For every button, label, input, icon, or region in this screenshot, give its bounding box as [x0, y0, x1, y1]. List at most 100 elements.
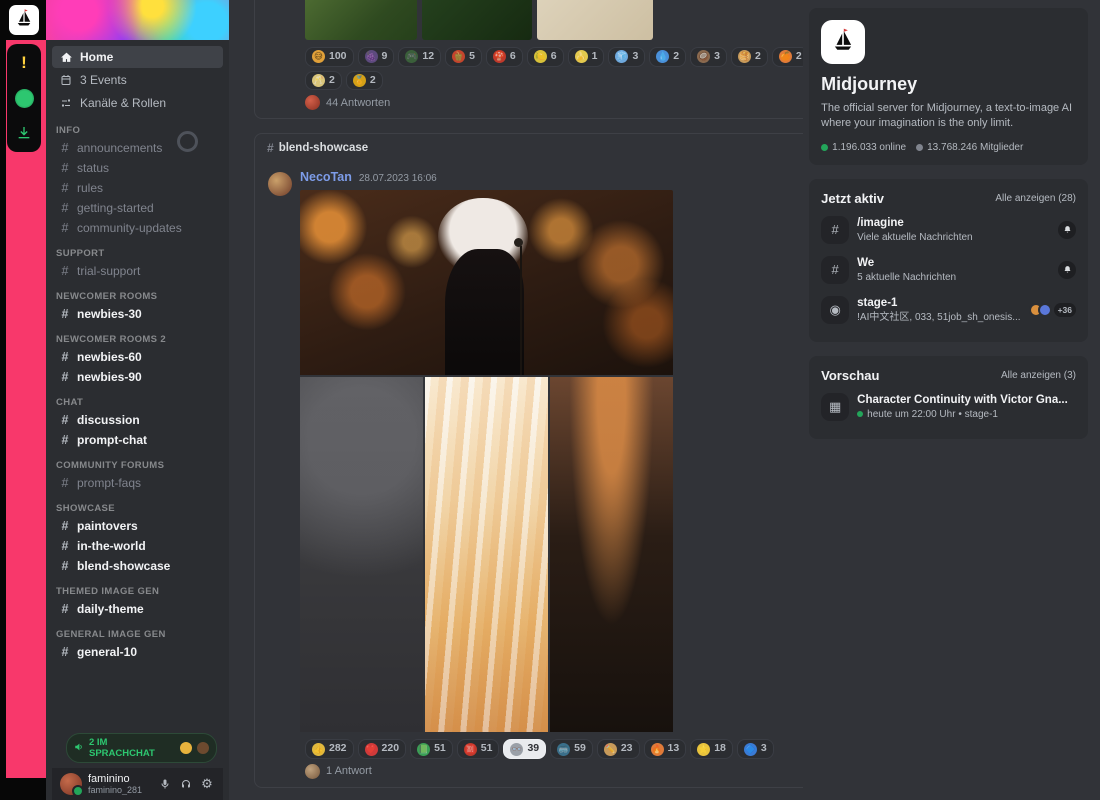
active-now-see-all-link[interactable]: Alle anzeigen (28): [995, 193, 1076, 204]
sidebar-channel-row[interactable]: # trial-support: [52, 261, 223, 281]
sidebar-channel-row[interactable]: # paintovers: [52, 516, 223, 536]
channel-label: status: [77, 161, 109, 175]
reaction-pill[interactable]: ❤️ 220: [358, 739, 407, 759]
reaction-count: 3: [761, 742, 767, 756]
artwork-image-left[interactable]: [300, 377, 423, 732]
event-item[interactable]: ▦ Character Continuity with Victor Gna..…: [821, 387, 1076, 427]
sidebar-channel-row[interactable]: # daily-theme: [52, 599, 223, 619]
sidebar-channel-row[interactable]: NEWCOMER ROOMS: [52, 281, 223, 304]
author-avatar[interactable]: [268, 172, 292, 196]
reaction-pill[interactable]: ✏️ 23: [597, 739, 640, 759]
sidebar-channel-row[interactable]: # status: [52, 158, 223, 178]
sidebar-channel-row[interactable]: NEWCOMER ROOMS 2: [52, 324, 223, 347]
reactions-row: 👍 282 ❤️ 220 📗 51 🈹: [255, 732, 803, 759]
server-stats: 1.196.033 online 13.768.246 Mitglieder: [821, 142, 1076, 153]
participant-avatar: [1038, 303, 1052, 317]
replies-row[interactable]: 44 Antworten: [255, 90, 803, 118]
reaction-pill[interactable]: 🍇 9: [358, 47, 395, 67]
left-accent-rail: !: [0, 0, 46, 800]
sidebar-channel-row[interactable]: GENERAL IMAGE GEN: [52, 619, 223, 642]
reaction-pill[interactable]: 🍌 1: [568, 47, 605, 67]
reaction-pill[interactable]: 💧 2: [649, 47, 686, 67]
sidebar-channel-row[interactable]: # getting-started: [52, 198, 223, 218]
sidebar-channel-row[interactable]: SHOWCASE: [52, 493, 223, 516]
headphones-button[interactable]: [178, 776, 194, 792]
avatar[interactable]: [60, 773, 82, 795]
sidebar-channel-row[interactable]: COMMUNITY FORUMS: [52, 450, 223, 473]
artwork-image-main[interactable]: [300, 190, 673, 375]
reaction-emoji: 🔷: [744, 743, 757, 756]
sidebar-channel-row[interactable]: # prompt-chat: [52, 430, 223, 450]
settings-gear-button[interactable]: ⚙: [199, 776, 215, 792]
reaction-pill[interactable]: 👓 39: [503, 739, 546, 759]
sidebar-channel-row[interactable]: # prompt-faqs: [52, 473, 223, 493]
reactions-row: 😅 100 🍇 9 🎮 12 🫑 5: [255, 40, 803, 90]
midjourney-logo-tile[interactable]: [9, 5, 39, 35]
reaction-pill[interactable]: 🧊 3: [608, 47, 645, 67]
active-now-item[interactable]: # /imagine Viele aktuelle Nachrichten: [821, 210, 1076, 250]
reaction-pill[interactable]: 🏅 2: [346, 71, 383, 91]
reaction-pill[interactable]: 🔷 3: [737, 739, 774, 759]
sidebar-channel-row[interactable]: # community-updates: [52, 218, 223, 238]
replies-row[interactable]: 1 Antwort: [255, 759, 803, 787]
post-thumbnail[interactable]: [422, 0, 532, 40]
reaction-pill[interactable]: 🈹 51: [457, 739, 500, 759]
alert-icon[interactable]: !: [13, 52, 35, 74]
sidebar-item-home[interactable]: Home: [52, 46, 223, 68]
voice-chat-banner[interactable]: 2 IM SPRACHCHAT: [66, 733, 217, 763]
status-online-icon[interactable]: [13, 87, 35, 109]
channel-type-icon: #: [821, 256, 849, 284]
sidebar-item-events[interactable]: 3 Events: [52, 69, 223, 91]
sidebar-channel-row[interactable]: # newbies-60: [52, 347, 223, 367]
reaction-pill[interactable]: ⭐ 18: [690, 739, 733, 759]
user-bar: faminino faminino_281 ⚙: [52, 768, 223, 800]
sidebar-channel-row[interactable]: # general-10: [52, 642, 223, 662]
sidebar-channel-row[interactable]: # in-the-world: [52, 536, 223, 556]
sidebar-channel-row[interactable]: THEMED IMAGE GEN: [52, 576, 223, 599]
sidebar-channel-row[interactable]: SUPPORT: [52, 238, 223, 261]
channel-icon: #: [59, 433, 71, 447]
reaction-pill[interactable]: 🥽 59: [550, 739, 593, 759]
sidebar-channel-row[interactable]: # discussion: [52, 410, 223, 430]
sidebar-channel-row[interactable]: # newbies-90: [52, 367, 223, 387]
username: faminino: [88, 773, 151, 786]
sidebar-item-channels-roles[interactable]: Kanäle & Rollen: [52, 92, 223, 114]
reaction-pill[interactable]: 🥞 2: [731, 47, 768, 67]
post-thumbnail[interactable]: [305, 0, 417, 40]
events-see-all-link[interactable]: Alle anzeigen (3): [1001, 370, 1076, 381]
artwork-image-middle[interactable]: [425, 377, 548, 732]
forum-post-blend-showcase[interactable]: # blend-showcase ··· NecoTan 28.07.2023 …: [254, 133, 803, 788]
server-info-panel: Midjourney The official server for Midjo…: [809, 8, 1088, 165]
reaction-pill[interactable]: 👍 282: [305, 739, 354, 759]
sidebar-channel-row[interactable]: CHAT: [52, 387, 223, 410]
forum-post-top[interactable]: 😅 100 🍇 9 🎮 12 🫑 5: [254, 0, 803, 119]
reaction-count: 51: [434, 742, 446, 756]
server-banner[interactable]: [46, 0, 229, 40]
channel-label: paintovers: [77, 519, 138, 533]
reaction-pill[interactable]: 🫑 5: [445, 47, 482, 67]
reaction-pill[interactable]: 📗 51: [410, 739, 453, 759]
reaction-pill[interactable]: 😅 100: [305, 47, 354, 67]
reaction-pill[interactable]: 🍊 2: [772, 47, 803, 67]
sidebar-channel-row[interactable]: INFO: [52, 115, 223, 138]
download-icon[interactable]: [13, 122, 35, 144]
user-names[interactable]: faminino faminino_281: [88, 773, 151, 796]
reaction-pill[interactable]: 🍄 6: [486, 47, 523, 67]
microphone-button[interactable]: [157, 776, 173, 792]
artwork-image-right[interactable]: [550, 377, 673, 732]
active-now-item[interactable]: ◉ stage-1 !AI中文社区, 033, 51job_sh_onesis.…: [821, 290, 1076, 330]
replies-label: 44 Antworten: [326, 97, 390, 109]
active-now-item[interactable]: # We 5 aktuelle Nachrichten: [821, 250, 1076, 290]
reaction-pill[interactable]: 🎮 12: [398, 47, 441, 67]
reaction-pill[interactable]: 🍋 6: [527, 47, 564, 67]
sidebar-channel-row[interactable]: # rules: [52, 178, 223, 198]
sidebar-channel-row[interactable]: # blend-showcase: [52, 556, 223, 576]
reaction-pill[interactable]: 🔥 13: [644, 739, 687, 759]
reaction-pill[interactable]: 🥂 2: [305, 71, 342, 91]
post-thumbnail[interactable]: [537, 0, 653, 40]
channel-icon: #: [59, 539, 71, 553]
loading-spinner: [177, 131, 198, 152]
author-name[interactable]: NecoTan: [300, 170, 352, 184]
sidebar-channel-row[interactable]: # newbies-30: [52, 304, 223, 324]
reaction-pill[interactable]: 🥥 3: [690, 47, 727, 67]
